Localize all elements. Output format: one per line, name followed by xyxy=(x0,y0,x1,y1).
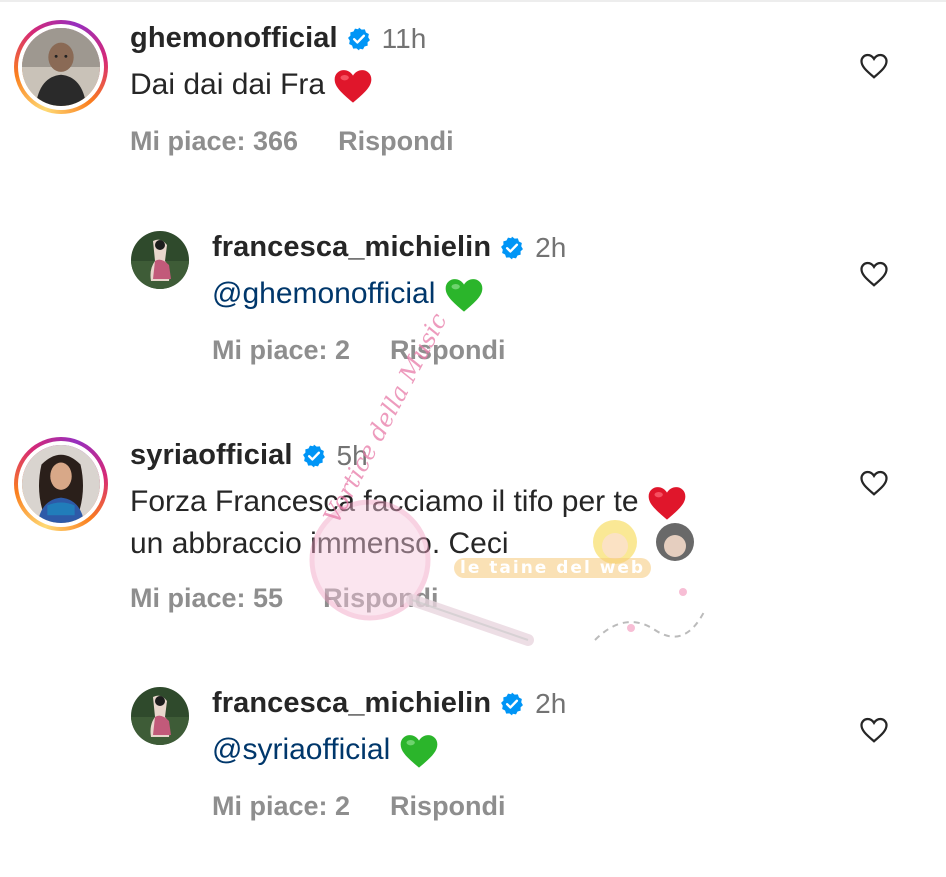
username[interactable]: francesca_michielin xyxy=(212,231,491,264)
mention-link[interactable]: @ghemonofficial xyxy=(212,277,435,310)
avatar-image xyxy=(131,231,189,289)
comment-body-line2: un abbraccio immenso. Ceci xyxy=(130,527,509,560)
like-count[interactable]: Mi piace: 55 xyxy=(130,583,283,614)
comment-body-line1: Forza Francesca facciamo il tifo per te xyxy=(130,485,639,518)
username[interactable]: syriaofficial xyxy=(130,439,293,472)
like-count[interactable]: Mi piace: 2 xyxy=(212,335,350,366)
green-heart-emoji-icon xyxy=(400,735,437,768)
avatar[interactable] xyxy=(14,437,108,531)
like-heart-icon[interactable] xyxy=(859,716,889,744)
avatar[interactable] xyxy=(14,20,108,114)
mention-link[interactable]: @syriaofficial xyxy=(212,733,390,766)
avatar-image xyxy=(131,687,189,745)
comment-meta: Mi piace: 2 Rispondi xyxy=(212,791,506,822)
reply-button[interactable]: Rispondi xyxy=(338,126,454,157)
comment-text: @syriaofficial xyxy=(212,729,439,771)
like-count[interactable]: Mi piace: 2 xyxy=(212,791,350,822)
comment-time: 5h xyxy=(336,439,368,471)
avatar-image xyxy=(18,441,104,527)
comment-text: Dai dai dai Fra xyxy=(130,64,373,106)
comment-time: 2h xyxy=(535,231,567,263)
comment-meta: Mi piace: 2 Rispondi xyxy=(212,335,506,366)
verified-badge-icon xyxy=(501,692,524,715)
verified-badge-icon xyxy=(501,236,524,259)
like-heart-icon[interactable] xyxy=(859,260,889,288)
comment-header: syriaofficial 5h xyxy=(130,439,368,472)
red-heart-emoji-icon xyxy=(335,70,372,103)
comment-text: un abbraccio immenso. Ceci xyxy=(130,523,509,565)
verified-badge-icon xyxy=(302,444,325,467)
avatar[interactable] xyxy=(131,231,189,289)
comment-body: Dai dai dai Fra xyxy=(130,68,326,101)
comment-time: 11h xyxy=(381,22,427,54)
username[interactable]: francesca_michielin xyxy=(212,687,491,720)
comment-header: francesca_michielin 2h xyxy=(212,231,566,264)
comment-meta: Mi piace: 55 Rispondi xyxy=(130,583,439,614)
red-heart-emoji-icon xyxy=(648,487,686,520)
comment-text: @ghemonofficial xyxy=(212,273,484,315)
like-heart-icon[interactable] xyxy=(859,52,889,80)
top-divider xyxy=(0,0,946,2)
avatar-image xyxy=(18,24,104,110)
like-heart-icon[interactable] xyxy=(859,469,889,497)
green-heart-emoji-icon xyxy=(445,279,483,312)
username[interactable]: ghemonofficial xyxy=(130,22,338,55)
reply-button[interactable]: Rispondi xyxy=(323,583,439,614)
avatar[interactable] xyxy=(131,687,189,745)
reply-button[interactable]: Rispondi xyxy=(390,335,506,366)
like-count[interactable]: Mi piace: 366 xyxy=(130,126,298,157)
comment-meta: Mi piace: 366 Rispondi xyxy=(130,126,454,157)
comment-text: Forza Francesca facciamo il tifo per te xyxy=(130,481,687,523)
comment-header: francesca_michielin 2h xyxy=(212,687,566,720)
comment-time: 2h xyxy=(535,687,567,719)
watermark-cartoon-logo xyxy=(575,510,715,660)
reply-button[interactable]: Rispondi xyxy=(390,791,506,822)
comment-header: ghemonofficial 11h xyxy=(130,22,426,55)
verified-badge-icon xyxy=(347,27,370,50)
